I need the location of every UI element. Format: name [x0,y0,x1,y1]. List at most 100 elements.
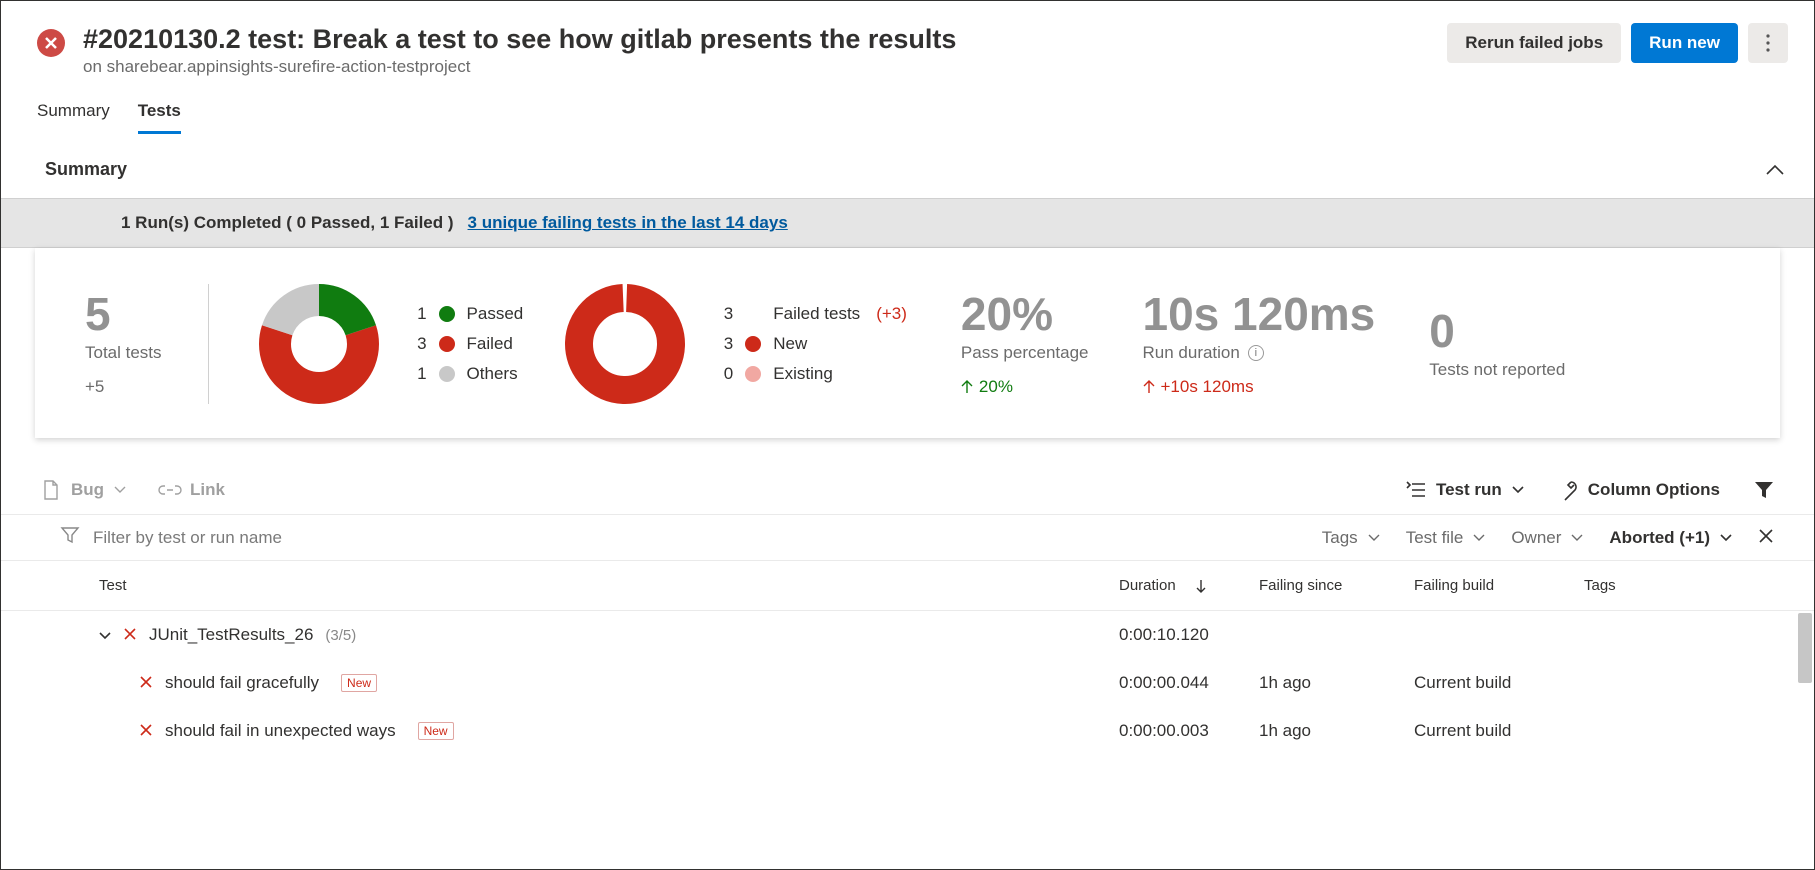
metric-not-reported: 0 Tests not reported [1429,308,1565,380]
run-status-failed-icon [37,29,65,57]
filter-icon [1754,480,1774,500]
more-actions-button[interactable] [1748,23,1788,63]
run-subtitle: on sharebear.appinsights-surefire-action… [83,57,956,77]
column-options-button[interactable]: Column Options [1558,480,1720,500]
group-count: (3/5) [325,627,356,644]
chevron-down-icon [1571,534,1583,542]
scrollbar-thumb[interactable] [1798,613,1812,683]
chevron-down-icon [1512,486,1524,494]
summary-banner: 1 Run(s) Completed ( 0 Passed, 1 Failed … [1,198,1814,248]
kebab-icon [1766,34,1770,52]
summary-section-header[interactable]: Summary [1,135,1814,198]
list-icon [1406,480,1426,500]
col-failing-since[interactable]: Failing since [1259,577,1414,594]
new-badge: New [341,674,377,692]
table-row[interactable]: should fail in unexpected ways New 0:00:… [1,707,1814,755]
cell-duration: 0:00:00.003 [1119,721,1259,741]
trend-up-icon: +10s 120ms [1143,377,1376,397]
metric-run-duration: 10s 120ms Run duration i +10s 120ms [1143,291,1376,397]
failed-delta: (+3) [876,304,907,324]
results-toolbar: Bug Link Test run Column Options [1,466,1814,514]
legend-others: 1 Others [411,364,524,384]
table-row-group[interactable]: JUnit_TestResults_26 (3/5) 0:00:10.120 [1,611,1814,659]
filter-test-file[interactable]: Test file [1406,528,1486,548]
metrics-card: 5 Total tests +5 1 Passed 3 Failed [35,248,1780,438]
link-workitem-button[interactable]: Link [160,480,225,500]
link-icon [160,480,180,500]
funnel-icon [61,527,79,548]
legend-existing: 0 Existing [717,364,907,384]
total-tests-delta: +5 [85,377,162,397]
cell-build: Current build [1414,721,1584,741]
filter-input[interactable] [93,528,493,548]
chevron-down-icon [1473,534,1485,542]
wrench-icon [1558,480,1578,500]
swatch-icon [745,336,761,352]
metric-total-tests: 5 Total tests +5 [85,291,162,397]
cell-duration: 0:00:00.044 [1119,673,1259,693]
total-tests-label: Total tests [85,343,162,363]
cell-since: 1h ago [1259,721,1414,741]
legend-failed-total: 3 Failed tests (+3) [717,304,907,324]
divider [208,284,209,404]
legend-new: 3 New [717,334,907,354]
legend-failed: 3 Failed [411,334,524,354]
tab-tests[interactable]: Tests [138,101,181,134]
col-failing-build[interactable]: Failing build [1414,577,1584,594]
results-table-header: Test Duration Failing since Failing buil… [1,560,1814,611]
cell-since: 1h ago [1259,673,1414,693]
test-name: should fail gracefully [165,673,319,693]
close-icon [1758,528,1774,544]
tab-summary[interactable]: Summary [37,101,110,134]
sort-desc-icon [1196,579,1206,593]
filter-row: Tags Test file Owner Aborted (+1) [1,514,1814,560]
results-rows: JUnit_TestResults_26 (3/5) 0:00:10.120 s… [1,611,1814,811]
clear-filters-button[interactable] [1758,528,1774,547]
swatch-icon [745,366,761,382]
table-row[interactable]: should fail gracefully New 0:00:00.044 1… [1,659,1814,707]
create-bug-button[interactable]: Bug [41,480,126,500]
filter-toggle-button[interactable] [1754,480,1774,500]
chevron-down-icon [1368,534,1380,542]
chevron-down-icon [114,486,126,494]
failing-tests-link[interactable]: 3 unique failing tests in the last 14 da… [468,213,788,233]
chevron-up-icon [1766,159,1784,180]
swatch-icon [439,306,455,322]
rerun-failed-button[interactable]: Rerun failed jobs [1447,23,1621,63]
cell-duration: 0:00:10.120 [1119,625,1259,645]
donut-icon [255,280,383,408]
donut-icon [561,280,689,408]
col-test[interactable]: Test [99,577,1119,594]
new-badge: New [418,722,454,740]
swatch-icon [439,366,455,382]
failed-tests-chart: 3 Failed tests (+3) 3 New 0 Existing [561,280,907,408]
fail-icon [139,674,153,692]
metric-pass-percentage: 20% Pass percentage 20% [961,291,1089,397]
filter-aborted[interactable]: Aborted (+1) [1609,528,1732,548]
chevron-down-icon [1720,534,1732,542]
test-run-dropdown[interactable]: Test run [1406,480,1524,500]
cell-build: Current build [1414,673,1584,693]
banner-text: 1 Run(s) Completed ( 0 Passed, 1 Failed … [121,213,454,233]
document-icon [41,480,61,500]
swatch-icon [439,336,455,352]
col-duration[interactable]: Duration [1119,577,1259,594]
group-name: JUnit_TestResults_26 [149,625,313,645]
fail-icon [123,626,137,644]
filter-tags[interactable]: Tags [1322,528,1380,548]
run-new-button[interactable]: Run new [1631,23,1738,63]
chevron-down-icon[interactable] [99,625,111,645]
page-header: #20210130.2 test: Break a test to see ho… [1,1,1814,77]
summary-section-title: Summary [45,159,127,180]
breakdown-chart: 1 Passed 3 Failed 1 Others [255,280,524,408]
tab-bar: Summary Tests [1,77,1814,135]
filter-owner[interactable]: Owner [1511,528,1583,548]
col-tags[interactable]: Tags [1584,577,1774,594]
legend-passed: 1 Passed [411,304,524,324]
test-name: should fail in unexpected ways [165,721,396,741]
total-tests-value: 5 [85,291,162,337]
fail-icon [139,722,153,740]
run-title: #20210130.2 test: Break a test to see ho… [83,23,956,55]
trend-up-icon: 20% [961,377,1089,397]
info-icon[interactable]: i [1248,345,1264,361]
